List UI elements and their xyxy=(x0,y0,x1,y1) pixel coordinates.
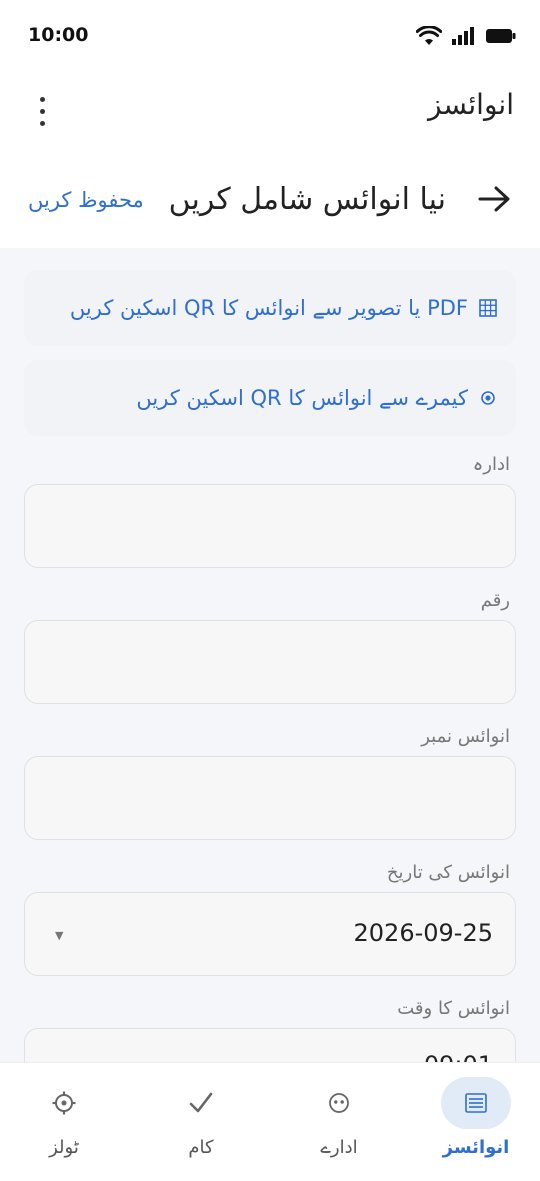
scan-with-camera-label: کیمرے سے انوائس کا QR اسکین کریں xyxy=(136,386,468,410)
nav-label-tasks: کام xyxy=(188,1137,214,1158)
nav-item-tasks[interactable]: کام xyxy=(141,1077,261,1173)
invoice-time-value: 09:01 xyxy=(424,1051,493,1062)
scan-with-camera-button[interactable]: کیمرے سے انوائس کا QR اسکین کریں xyxy=(24,360,516,436)
nav-item-organizations[interactable]: ادارے xyxy=(279,1077,399,1173)
more-vert-icon xyxy=(39,97,45,102)
page-title: انوائسز xyxy=(427,88,514,121)
back-arrow-icon[interactable] xyxy=(478,184,512,214)
app-bar: انوائسز xyxy=(0,72,540,148)
battery-icon xyxy=(486,29,516,43)
invoice-number-input[interactable] xyxy=(24,756,516,840)
invoice-list-icon xyxy=(441,1077,511,1129)
status-time: 10:00 xyxy=(28,24,89,46)
nav-item-invoices[interactable]: انوائسز xyxy=(416,1077,536,1173)
status-bar: 10:00 xyxy=(0,0,540,72)
invoice-date-picker[interactable]: 2026-09-25 ▼ xyxy=(24,892,516,976)
camera-icon xyxy=(478,388,498,408)
invoice-time-picker[interactable]: 09:01 xyxy=(24,1028,516,1062)
nav-label-organizations: ادارے xyxy=(320,1137,358,1158)
nav-label-tools: ٹولز xyxy=(49,1137,79,1158)
checkmark-icon xyxy=(166,1077,236,1129)
nav-item-tools[interactable]: ٹولز xyxy=(4,1077,124,1173)
form-content[interactable]: PDF یا تصویر سے انوائس کا QR اسکین کریں … xyxy=(0,248,540,1062)
save-button[interactable]: محفوظ کریں xyxy=(28,188,144,212)
organizations-icon xyxy=(304,1077,374,1129)
signal-icon xyxy=(452,27,474,45)
amount-input[interactable] xyxy=(24,620,516,704)
scan-from-file-label: PDF یا تصویر سے انوائس کا QR اسکین کریں xyxy=(69,296,468,320)
status-icons xyxy=(416,26,516,46)
gear-icon xyxy=(29,1077,99,1129)
amount-label: رقم xyxy=(480,590,510,611)
organization-label: ادارہ xyxy=(472,454,510,475)
dropdown-arrow-icon: ▼ xyxy=(55,929,64,942)
invoice-time-label: انوائس کا وقت xyxy=(397,998,510,1019)
wifi-icon xyxy=(416,26,442,45)
organization-input[interactable] xyxy=(24,484,516,568)
invoice-date-value: 2026-09-25 xyxy=(353,919,493,947)
more-options-button[interactable] xyxy=(28,94,56,126)
nav-label-invoices: انوائسز xyxy=(442,1137,510,1158)
form-header: نیا انوائس شامل کریں محفوظ کریں xyxy=(0,148,540,248)
invoice-number-label: انوائس نمبر xyxy=(421,726,510,747)
invoice-date-label: انوائس کی تاریخ xyxy=(386,862,510,883)
grid-icon xyxy=(478,298,498,318)
form-title: نیا انوائس شامل کریں xyxy=(168,182,446,217)
bottom-navigation: انوائسز ادارے کام ٹولز xyxy=(0,1062,540,1181)
scan-from-file-button[interactable]: PDF یا تصویر سے انوائس کا QR اسکین کریں xyxy=(24,270,516,346)
